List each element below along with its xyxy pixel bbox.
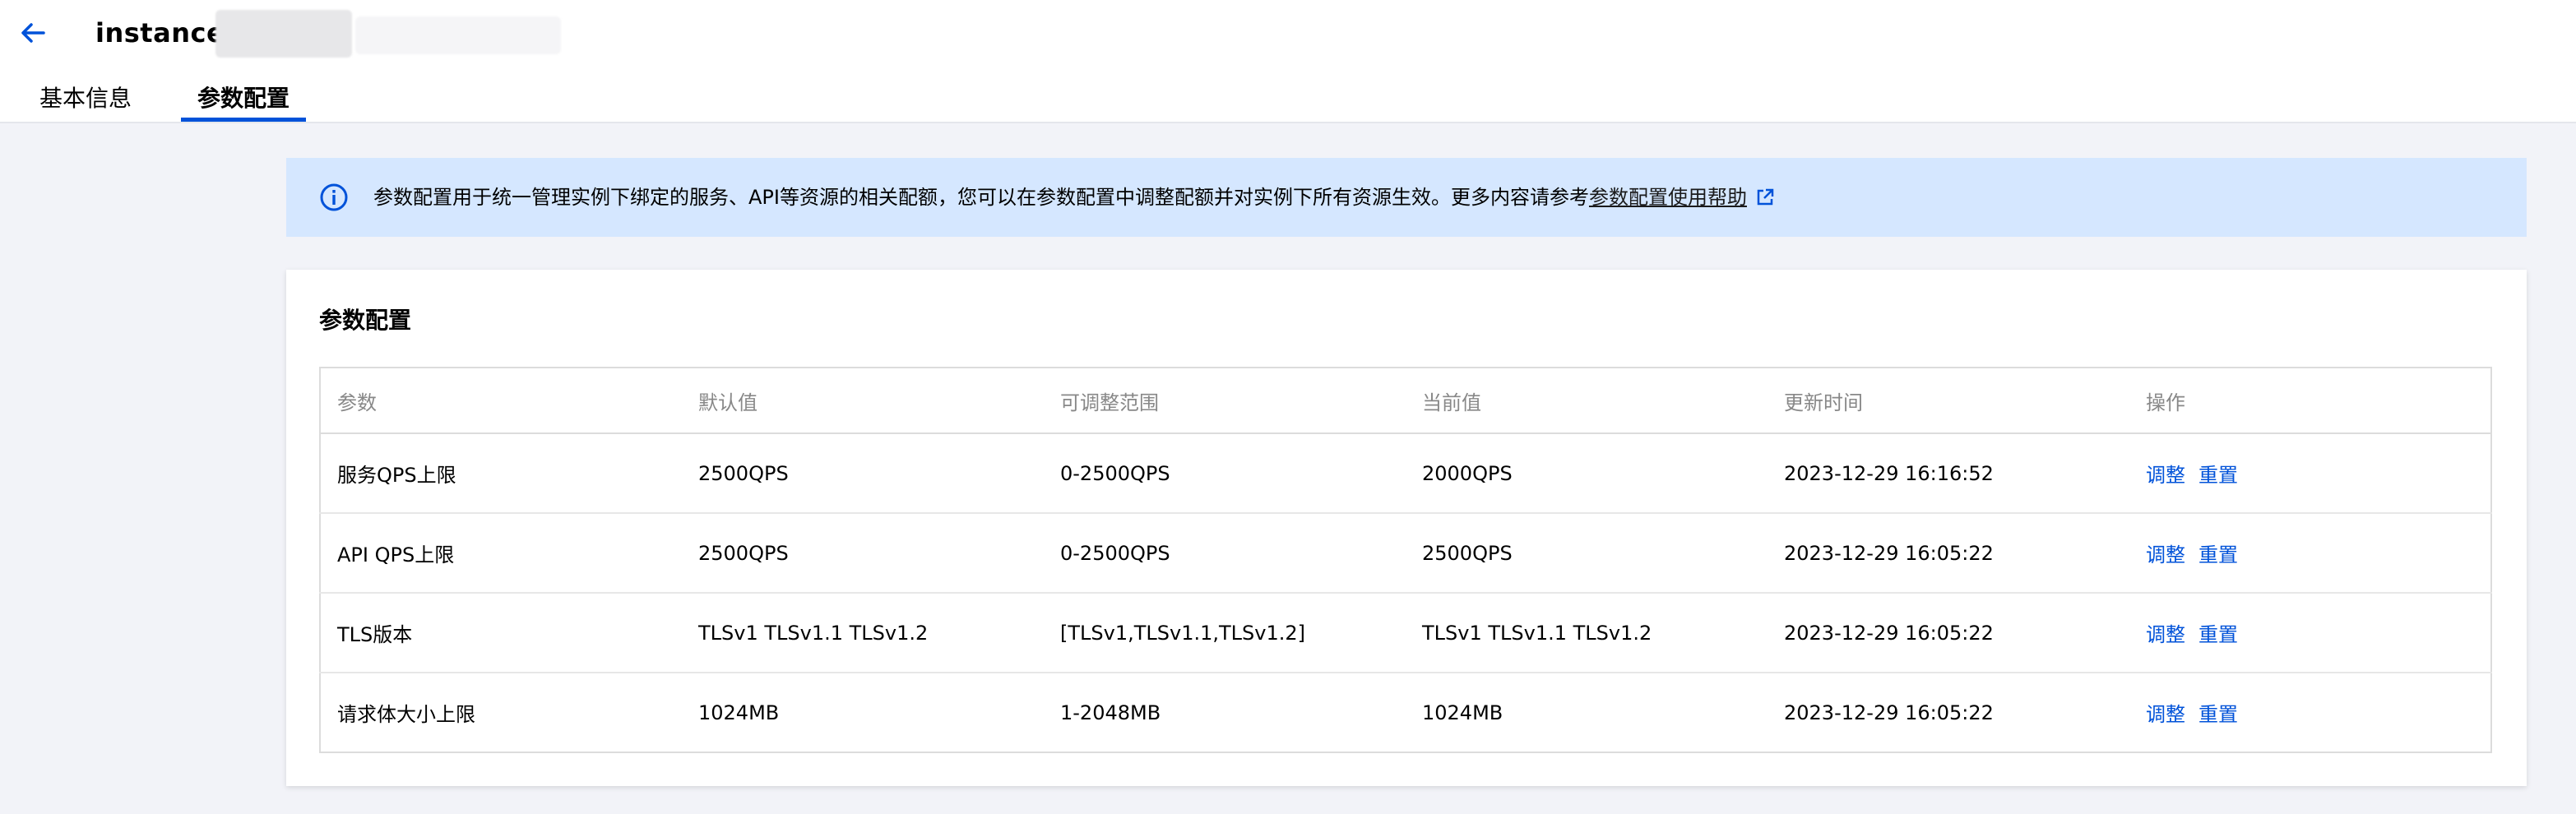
column-header-updated: 更新时间 bbox=[1768, 368, 2129, 434]
table-row: TLS版本 TLSv1 TLSv1.1 TLSv1.2 [TLSv1,TLSv1… bbox=[320, 593, 2491, 673]
cell-range: 1-2048MB bbox=[1060, 701, 1161, 724]
column-header-actions: 操作 bbox=[2129, 368, 2491, 434]
active-tab-indicator bbox=[181, 118, 306, 122]
help-link[interactable]: 参数配置使用帮助 bbox=[1589, 186, 1747, 209]
cell-default: 2500QPS bbox=[682, 513, 1044, 594]
adjust-button[interactable]: 调整 bbox=[2146, 543, 2185, 567]
cell-updated: 2023-12-29 16:16:52 bbox=[1768, 433, 2129, 514]
column-header-default: 默认值 bbox=[682, 368, 1044, 434]
tab-basic-info[interactable]: 基本信息 bbox=[39, 82, 132, 115]
parameter-table: 参数 默认值 可调整范围 当前值 更新时间 操作 服务QPS上限 2500QPS… bbox=[319, 367, 2492, 753]
table-row: 服务QPS上限 2500QPS 0-2500QPS 2000QPS 2023-1… bbox=[320, 433, 2491, 514]
reset-button[interactable]: 重置 bbox=[2198, 623, 2238, 646]
table-row: API QPS上限 2500QPS 0-2500QPS 2500QPS 2023… bbox=[320, 513, 2491, 594]
cell-updated: 2023-12-29 16:05:22 bbox=[1768, 513, 2129, 594]
column-header-range: 可调整范围 bbox=[1044, 368, 1406, 434]
redacted-instance-id bbox=[215, 10, 561, 58]
cell-param: TLS版本 bbox=[320, 593, 682, 673]
banner-text: 参数配置用于统一管理实例下绑定的服务、API等资源的相关配额，您可以在参数配置中… bbox=[373, 179, 1775, 215]
reset-button[interactable]: 重置 bbox=[2198, 464, 2238, 487]
adjust-button[interactable]: 调整 bbox=[2146, 703, 2185, 726]
parameter-config-card: 参数配置 参数 默认值 可调整范围 当前值 更新时间 操作 服务QPS上限 25… bbox=[286, 270, 2527, 786]
cell-current: 2500QPS bbox=[1406, 513, 1768, 594]
cell-updated: 2023-12-29 16:05:22 bbox=[1784, 701, 1994, 724]
adjust-button[interactable]: 调整 bbox=[2146, 464, 2185, 487]
arrow-left-icon[interactable] bbox=[18, 18, 48, 48]
info-circle-icon bbox=[320, 183, 348, 211]
cell-current: 2000QPS bbox=[1406, 433, 1768, 514]
table-header-row: 参数 默认值 可调整范围 当前值 更新时间 操作 bbox=[320, 368, 2491, 434]
top-header: instance- 基本信息 参数配置 bbox=[0, 0, 2576, 123]
external-link-icon[interactable] bbox=[1755, 187, 1775, 207]
cell-actions: 调整 重置 bbox=[2129, 593, 2491, 673]
column-header-current: 当前值 bbox=[1406, 368, 1768, 434]
cell-param: 服务QPS上限 bbox=[320, 433, 682, 514]
cell-range: 0-2500QPS bbox=[1044, 433, 1406, 514]
column-header-param: 参数 bbox=[320, 368, 682, 434]
cell-param: 请求体大小上限 bbox=[337, 703, 475, 726]
cell-current: TLSv1 TLSv1.1 TLSv1.2 bbox=[1406, 593, 1768, 673]
cell-current: 1024MB bbox=[1422, 701, 1503, 724]
reset-button[interactable]: 重置 bbox=[2198, 543, 2238, 567]
card-title: 参数配置 bbox=[319, 307, 412, 334]
cell-range: 0-2500QPS bbox=[1044, 513, 1406, 594]
adjust-button[interactable]: 调整 bbox=[2146, 623, 2185, 646]
tab-parameter-config[interactable]: 参数配置 bbox=[197, 82, 290, 115]
cell-actions: 调整 重置 bbox=[2129, 433, 2491, 514]
cell-default: 2500QPS bbox=[682, 433, 1044, 514]
cell-default: 1024MB bbox=[698, 701, 780, 724]
cell-range: [TLSv1,TLSv1.1,TLSv1.2] bbox=[1044, 593, 1406, 673]
cell-updated: 2023-12-29 16:05:22 bbox=[1768, 593, 2129, 673]
reset-button[interactable]: 重置 bbox=[2198, 703, 2238, 726]
table-row: 请求体大小上限 1024MB 1-2048MB 1024MB 2023-12-2… bbox=[320, 673, 2491, 752]
cell-default: TLSv1 TLSv1.1 TLSv1.2 bbox=[682, 593, 1044, 673]
info-banner: 参数配置用于统一管理实例下绑定的服务、API等资源的相关配额，您可以在参数配置中… bbox=[286, 158, 2527, 237]
banner-message: 参数配置用于统一管理实例下绑定的服务、API等资源的相关配额，您可以在参数配置中… bbox=[373, 186, 1589, 209]
cell-actions: 调整 重置 bbox=[2129, 673, 2491, 752]
cell-param: API QPS上限 bbox=[320, 513, 682, 594]
cell-actions: 调整 重置 bbox=[2129, 513, 2491, 594]
